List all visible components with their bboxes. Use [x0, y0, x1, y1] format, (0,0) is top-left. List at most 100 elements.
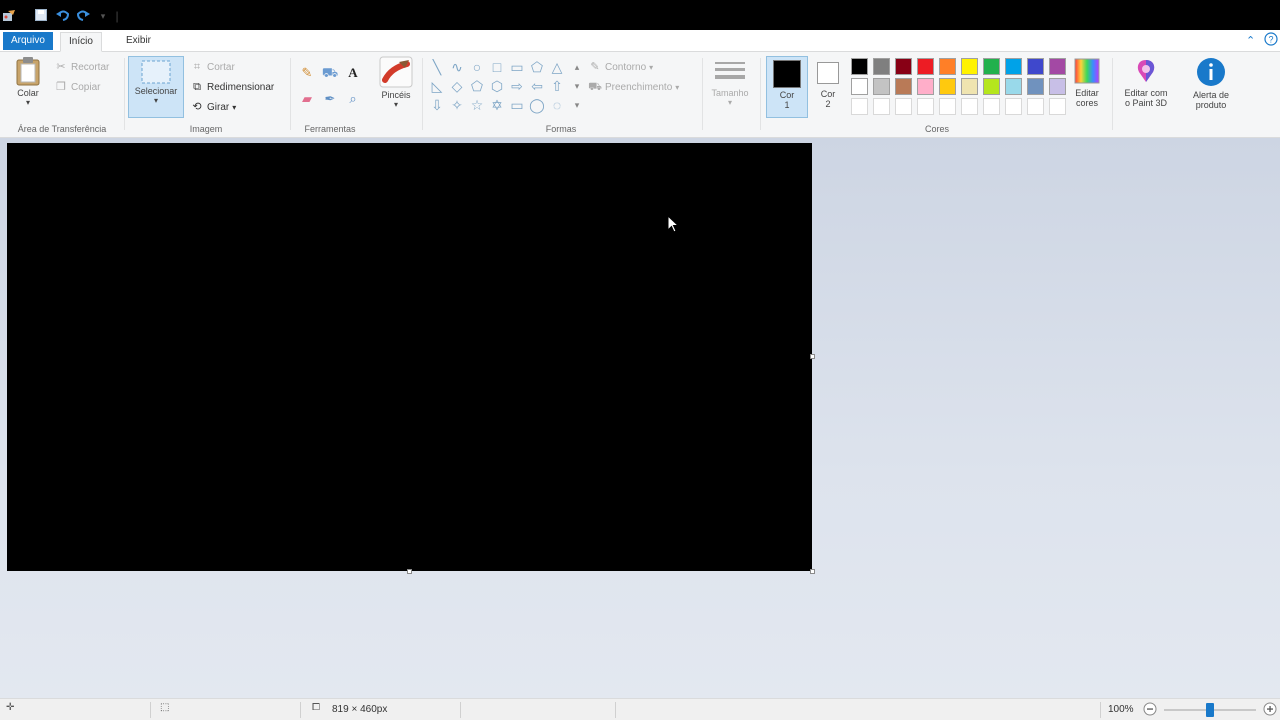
resize-button[interactable]: ⧉ Redimensionar	[190, 80, 274, 94]
palette-swatch[interactable]	[983, 78, 1000, 95]
custom-palette-slot[interactable]	[939, 98, 956, 115]
rounded-rectangle-shape-icon[interactable]: ▭	[508, 58, 526, 76]
six-point-star-shape-icon[interactable]: ✡	[488, 96, 506, 114]
four-point-star-shape-icon[interactable]: ✧	[448, 96, 466, 114]
palette-swatch[interactable]	[917, 58, 934, 75]
palette-swatch[interactable]	[851, 58, 868, 75]
right-triangle-shape-icon[interactable]: ◺	[428, 77, 446, 95]
size-button[interactable]: Tamanho ▾	[706, 56, 754, 107]
palette-swatch[interactable]	[873, 78, 890, 95]
shapes-scroll-down-icon[interactable]: ▾	[568, 77, 586, 95]
paste-dropdown-icon[interactable]: ▾	[8, 98, 48, 107]
hexagon-shape-icon[interactable]: ⬡	[488, 77, 506, 95]
palette-swatch[interactable]	[1049, 78, 1066, 95]
save-icon[interactable]	[34, 9, 48, 23]
fill-button[interactable]: ⛟ Preenchimento ▾	[588, 80, 679, 94]
five-point-star-shape-icon[interactable]: ☆	[468, 96, 486, 114]
rotate-button[interactable]: ⟲ Girar ▾	[190, 100, 236, 114]
cloud-callout-shape-icon[interactable]: ◌	[548, 96, 566, 114]
line-shape-icon[interactable]: ╲	[428, 58, 446, 76]
left-arrow-shape-icon[interactable]: ⇦	[528, 77, 546, 95]
cut-button[interactable]: ✂ Recortar	[54, 60, 109, 74]
zoom-in-button[interactable]	[1262, 701, 1278, 720]
triangle-shape-icon[interactable]: △	[548, 58, 566, 76]
pentagon-shape-icon[interactable]: ⬠	[468, 77, 486, 95]
oval-shape-icon[interactable]: ○	[468, 58, 486, 76]
color2-button[interactable]: Cor 2	[810, 56, 846, 118]
tab-file[interactable]: Arquivo	[3, 32, 53, 50]
outline-button[interactable]: ✎ Contorno ▾	[588, 60, 653, 74]
palette-swatch[interactable]	[1027, 58, 1044, 75]
tab-home[interactable]: Início	[60, 32, 102, 52]
down-arrow-shape-icon[interactable]: ⇩	[428, 96, 446, 114]
custom-palette-slot[interactable]	[1027, 98, 1044, 115]
palette-swatch[interactable]	[961, 78, 978, 95]
tab-view[interactable]: Exibir	[118, 32, 159, 52]
curve-shape-icon[interactable]: ∿	[448, 58, 466, 76]
palette-swatch[interactable]	[961, 58, 978, 75]
custom-palette-slot[interactable]	[983, 98, 1000, 115]
zoom-out-button[interactable]	[1142, 701, 1158, 720]
color1-button[interactable]: Cor 1	[766, 56, 808, 118]
palette-swatch[interactable]	[939, 78, 956, 95]
magnifier-icon[interactable]: ⌕	[344, 90, 362, 108]
minimize-ribbon-icon[interactable]: ⌃	[1246, 34, 1255, 47]
palette-swatch[interactable]	[1049, 58, 1066, 75]
edit-colors-button[interactable]: Editar cores	[1066, 56, 1108, 108]
select-button[interactable]: Selecionar ▾	[128, 56, 184, 118]
custom-palette-slot[interactable]	[851, 98, 868, 115]
right-arrow-shape-icon[interactable]: ⇨	[508, 77, 526, 95]
brushes-button[interactable]: Pincéis ▾	[374, 56, 418, 109]
fill-bucket-icon[interactable]: ⛟	[321, 64, 339, 82]
text-tool-icon[interactable]: A	[344, 64, 362, 82]
rectangle-shape-icon[interactable]: □	[488, 58, 506, 76]
edit-with-paint3d-button[interactable]: Editar com o Paint 3D	[1116, 56, 1176, 108]
palette-swatch[interactable]	[983, 58, 1000, 75]
palette-swatch[interactable]	[917, 78, 934, 95]
color-picker-icon[interactable]: ✒	[321, 90, 339, 108]
copy-button[interactable]: ❐ Copiar	[54, 80, 100, 94]
custom-palette-slot[interactable]	[1005, 98, 1022, 115]
canvas-resize-handle-bottom[interactable]	[407, 569, 412, 574]
palette-swatch[interactable]	[1005, 58, 1022, 75]
palette-swatch[interactable]	[873, 58, 890, 75]
palette-swatch[interactable]	[1005, 78, 1022, 95]
palette-swatch[interactable]	[939, 58, 956, 75]
product-alert-button[interactable]: Alerta de produto	[1182, 56, 1240, 110]
custom-palette-slot[interactable]	[873, 98, 890, 115]
undo-icon[interactable]	[56, 9, 70, 23]
custom-palette-slot[interactable]	[1049, 98, 1066, 115]
canvas-resize-handle-right[interactable]	[810, 354, 815, 359]
diamond-shape-icon[interactable]: ◇	[448, 77, 466, 95]
palette-swatch[interactable]	[895, 58, 912, 75]
polygon-shape-icon[interactable]: ⬠	[528, 58, 546, 76]
shapes-scroll-up-icon[interactable]: ▴	[568, 58, 586, 76]
eraser-icon[interactable]: ▰	[298, 90, 316, 108]
color2-label: Cor	[820, 89, 836, 99]
drawing-canvas[interactable]	[7, 143, 812, 571]
zoom-slider-thumb[interactable]	[1206, 703, 1214, 717]
custom-palette-slot[interactable]	[917, 98, 934, 115]
palette-swatch[interactable]	[851, 78, 868, 95]
workspace[interactable]	[0, 138, 1280, 698]
pencil-icon[interactable]: ✎	[298, 64, 316, 82]
paste-button[interactable]: Colar ▾	[8, 56, 48, 107]
redo-icon[interactable]	[76, 9, 90, 23]
up-arrow-shape-icon[interactable]: ⇧	[548, 77, 566, 95]
copy-icon: ❐	[56, 81, 66, 93]
select-dropdown-icon[interactable]: ▾	[129, 96, 183, 105]
rounded-callout-shape-icon[interactable]: ▭	[508, 96, 526, 114]
paint3d-label-1: Editar com	[1124, 88, 1168, 98]
palette-swatch[interactable]	[1027, 78, 1044, 95]
rotate-dropdown-icon: ▾	[232, 102, 237, 112]
oval-callout-shape-icon[interactable]: ◯	[528, 96, 546, 114]
customize-quick-access-icon[interactable]: ▾	[96, 9, 110, 23]
help-icon[interactable]: ?	[1264, 32, 1278, 49]
custom-palette-slot[interactable]	[961, 98, 978, 115]
crop-button[interactable]: ⌗ Cortar	[190, 60, 235, 74]
custom-palette-slot[interactable]	[895, 98, 912, 115]
paint-app-icon[interactable]	[2, 9, 16, 23]
canvas-resize-handle-corner[interactable]	[810, 569, 815, 574]
shapes-expand-icon[interactable]: ▾	[568, 96, 586, 114]
palette-swatch[interactable]	[895, 78, 912, 95]
